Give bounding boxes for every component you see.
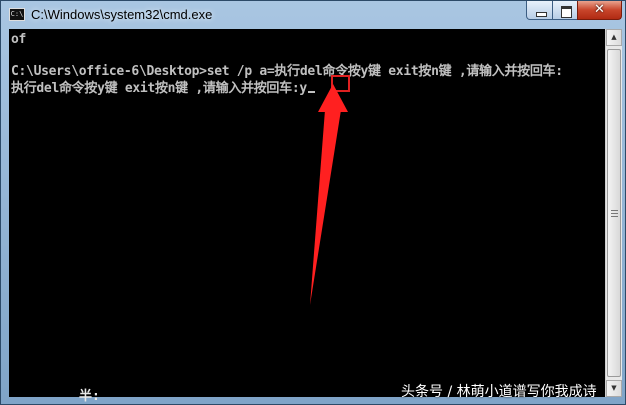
ime-status: 半: <box>79 389 100 404</box>
cmd-window: C:\ C:\Windows\system32\cmd.exe ✕ of C:\… <box>0 0 626 405</box>
input-highlight-box <box>331 75 350 92</box>
cmd-icon[interactable]: C:\ <box>9 8 25 21</box>
grip-line <box>611 216 618 217</box>
grip-line <box>611 213 618 214</box>
scrollbar-thumb[interactable] <box>607 49 621 377</box>
close-icon: ✕ <box>594 2 605 17</box>
title-bar[interactable]: C:\ C:\Windows\system32\cmd.exe ✕ <box>1 1 625 29</box>
maximize-button[interactable] <box>552 1 578 20</box>
close-button[interactable]: ✕ <box>577 1 622 20</box>
maximize-icon <box>561 6 572 18</box>
scroll-down-arrow-icon[interactable]: ▼ <box>606 380 622 397</box>
minimize-button[interactable] <box>526 1 553 20</box>
console-line-1: of <box>11 32 27 47</box>
minimize-icon <box>536 12 547 17</box>
console-area[interactable]: of C:\Users\office-6\Desktop>set /p a=执行… <box>9 29 605 397</box>
vertical-scrollbar[interactable]: ▲ ▼ <box>605 29 622 397</box>
console-line-4: 执行del命令按y键 exit按n键 ,请输入并按回车:y <box>11 77 315 96</box>
scroll-up-arrow-icon[interactable]: ▲ <box>606 29 622 46</box>
console-prompt-text: 执行del命令按y键 exit按n键 ,请输入并按回车:y <box>11 81 307 96</box>
grip-line <box>611 210 618 211</box>
watermark: 头条号 / 林萌小道谱写你我成诗 <box>401 384 597 400</box>
text-cursor <box>307 91 315 93</box>
window-title: C:\Windows\system32\cmd.exe <box>31 7 213 22</box>
